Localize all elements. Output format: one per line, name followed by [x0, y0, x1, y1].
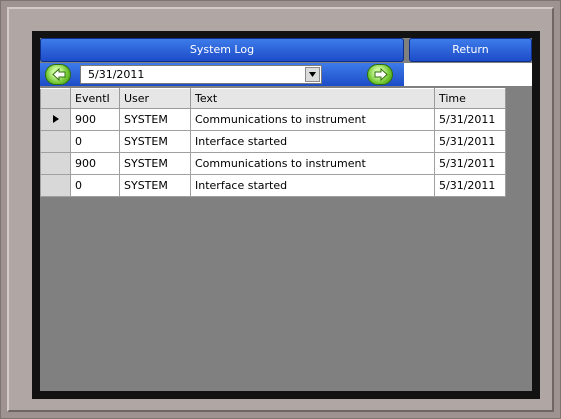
page-title: System Log	[40, 38, 404, 62]
cell-text: Communications to instrument	[190, 108, 435, 131]
system-log-table: EventI User Text Time 900 SYSTEM Communi…	[40, 88, 506, 197]
cell-user: SYSTEM	[119, 108, 191, 131]
cell-user: SYSTEM	[119, 152, 191, 175]
cell-time: 5/31/2011	[434, 130, 506, 153]
cell-time: 5/31/2011	[434, 152, 506, 175]
cell-time: 5/31/2011	[434, 174, 506, 197]
screen: System Log Return 5/31/2011 EventI User …	[32, 31, 540, 399]
table-header-row: EventI User Text Time	[40, 88, 506, 109]
chevron-down-icon	[309, 72, 316, 77]
table-row[interactable]: 900 SYSTEM Communications to instrument …	[40, 108, 506, 131]
row-selector[interactable]	[40, 130, 71, 153]
cell-time: 5/31/2011	[434, 108, 506, 131]
column-header-time[interactable]: Time	[434, 88, 506, 109]
column-header-event[interactable]: EventI	[70, 88, 120, 109]
table-row[interactable]: 900 SYSTEM Communications to instrument …	[40, 152, 506, 175]
row-selector[interactable]	[40, 108, 71, 131]
date-value: 5/31/2011	[88, 68, 145, 81]
green-left-arrow-icon	[52, 68, 66, 81]
green-right-arrow-icon	[374, 68, 388, 81]
cell-text: Communications to instrument	[190, 152, 435, 175]
current-row-arrow-icon	[52, 115, 59, 123]
date-select[interactable]: 5/31/2011	[80, 65, 322, 84]
date-navigation-bar: 5/31/2011	[40, 63, 404, 86]
cell-text: Interface started	[190, 174, 435, 197]
cell-event: 900	[70, 152, 120, 175]
cell-text: Interface started	[190, 130, 435, 153]
column-header-user[interactable]: User	[119, 88, 191, 109]
date-dropdown-button[interactable]	[305, 67, 320, 82]
row-selector[interactable]	[40, 152, 71, 175]
device-frame: System Log Return 5/31/2011 EventI User …	[0, 0, 561, 419]
table-row[interactable]: 0 SYSTEM Interface started 5/31/2011	[40, 130, 506, 153]
column-header-text[interactable]: Text	[190, 88, 435, 109]
row-selector[interactable]	[40, 174, 71, 197]
previous-day-button[interactable]	[45, 64, 71, 85]
cell-user: SYSTEM	[119, 130, 191, 153]
table-row[interactable]: 0 SYSTEM Interface started 5/31/2011	[40, 174, 506, 197]
row-selector-header	[40, 88, 71, 109]
return-button[interactable]: Return	[409, 38, 532, 62]
cell-event: 900	[70, 108, 120, 131]
cell-event: 0	[70, 174, 120, 197]
app-window: System Log Return 5/31/2011 EventI User …	[40, 38, 532, 391]
date-navigation: 5/31/2011	[40, 63, 532, 86]
cell-event: 0	[70, 130, 120, 153]
cell-user: SYSTEM	[119, 174, 191, 197]
next-day-button[interactable]	[367, 64, 393, 85]
